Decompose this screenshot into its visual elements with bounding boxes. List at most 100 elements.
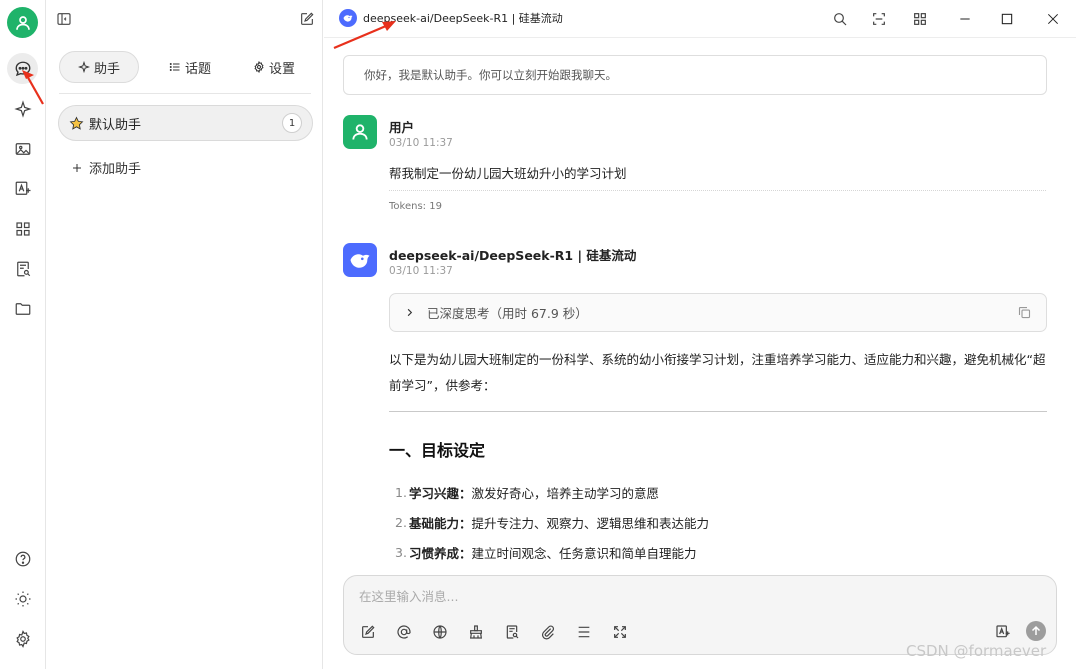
settings-button[interactable]: [7, 623, 38, 654]
list-number: 2.: [395, 514, 407, 530]
panel-tabs: 助手 话题 设置: [59, 50, 311, 84]
assistant-name: 默认助手: [89, 117, 142, 133]
user-icon: [352, 124, 368, 140]
help-button[interactable]: [7, 543, 38, 574]
chat-area: 你好，我是默认助手。你可以立刻开始跟我聊天。 用户 03/10 11:37 帮我…: [324, 39, 1076, 669]
minimize-button[interactable]: [955, 9, 975, 29]
help-icon: [15, 551, 30, 566]
web-search-button[interactable]: [431, 623, 449, 641]
grid-icon: [15, 221, 30, 236]
new-chat-button[interactable]: [297, 9, 317, 29]
list-item-title: 习惯养成：: [409, 545, 472, 561]
list-item-text: 提升专注力、观察力、逻辑思维和表达能力: [471, 515, 710, 531]
image-nav-button[interactable]: [7, 133, 38, 164]
collapse-sidebar-button[interactable]: [54, 9, 74, 29]
star-icon: [69, 116, 84, 130]
files-nav-button[interactable]: [7, 293, 38, 324]
apps-button[interactable]: [910, 9, 930, 29]
new-topic-button[interactable]: [359, 623, 377, 641]
edit-icon: [362, 625, 375, 638]
list-item-text: 建立时间观念、任务意识和简单自理能力: [471, 545, 697, 561]
globe-icon: [433, 625, 447, 639]
context-divider-button[interactable]: [575, 623, 593, 641]
deepseek-avatar: [343, 243, 377, 277]
send-button[interactable]: [1026, 621, 1046, 641]
paperclip-icon: [541, 625, 555, 640]
answer-intro: 以下是为幼儿园大班制定的一份科学、系统的幼小衔接学习计划，注重培养学习能力、适应…: [389, 352, 1046, 393]
plus-icon: [73, 163, 81, 172]
sun-icon: [15, 591, 30, 606]
maximize-button[interactable]: [997, 9, 1017, 29]
split-lines-icon: [578, 626, 590, 638]
document-search-icon: [16, 261, 30, 276]
user-avatar[interactable]: [7, 7, 38, 38]
mention-model-button[interactable]: [395, 623, 413, 641]
list-item-text: 激发好奇心，培养主动学习的意愿: [471, 485, 660, 501]
search-button[interactable]: [830, 9, 850, 29]
assistant-name: deepseek-ai/DeepSeek-R1 | 硅基流动: [389, 248, 637, 263]
at-sign-icon: [397, 625, 411, 639]
app-window: 助手 话题 设置 默认助手 1 添加助手 deepseek-ai/DeepSee…: [0, 0, 1076, 669]
thinking-label: 已深度思考（用时 67.9 秒）: [427, 306, 588, 321]
translate-input-button[interactable]: [994, 623, 1012, 641]
user-message-text: 帮我制定一份幼儿园大班幼升小的学习计划: [389, 166, 627, 181]
assistant-panel: 助手 话题 设置 默认助手 1 添加助手: [47, 0, 323, 669]
user-name: 用户: [389, 120, 415, 135]
list-number: 3.: [395, 544, 407, 560]
list-item-title: 基础能力：: [409, 515, 472, 531]
image-icon: [15, 142, 30, 155]
copy-icon[interactable]: [1017, 305, 1032, 320]
list-icon: [169, 63, 180, 71]
sparkle-icon: [77, 61, 90, 73]
list-item: 2. 基础能力： 提升专注力、观察力、逻辑思维和表达能力: [395, 507, 709, 537]
user-icon: [15, 15, 30, 30]
broom-icon: [469, 625, 483, 639]
welcome-message: 你好，我是默认助手。你可以立刻开始跟我聊天。: [343, 55, 1047, 95]
scan-icon: [873, 13, 885, 25]
apps-nav-button[interactable]: [7, 213, 38, 244]
list-item-title: 学习兴趣：: [409, 485, 472, 501]
list-item: 3. 习惯养成： 建立时间观念、任务意识和简单自理能力: [395, 537, 709, 567]
assistant-message: deepseek-ai/DeepSeek-R1 | 硅基流动 03/10 11:…: [343, 243, 1053, 563]
gear-icon: [15, 629, 30, 648]
theme-toggle-button[interactable]: [7, 583, 38, 614]
expand-icon: [614, 626, 626, 638]
knowledge-base-button[interactable]: [503, 623, 521, 641]
folder-icon: [15, 302, 30, 315]
thinking-collapse[interactable]: 已深度思考（用时 67.9 秒）: [389, 293, 1047, 332]
maximize-icon: [1001, 13, 1013, 25]
edit-icon: [301, 12, 314, 25]
assistant-message-time: 03/10 11:37: [389, 265, 453, 277]
sidebar-collapse-icon: [57, 13, 71, 25]
tab-topics[interactable]: 话题: [145, 51, 235, 83]
chat-header: deepseek-ai/DeepSeek-R1 | 硅基流动: [324, 0, 1076, 38]
grid-icon: [914, 13, 926, 25]
assistant-item-default[interactable]: 默认助手 1: [58, 105, 313, 141]
goal-list: 1. 学习兴趣： 激发好奇心，培养主动学习的意愿 2. 基础能力： 提升专注力、…: [395, 477, 709, 567]
deepseek-whale-icon: [350, 254, 370, 268]
list-item: 1. 学习兴趣： 激发好奇心，培养主动学习的意愿: [395, 477, 709, 507]
translate-nav-button[interactable]: [7, 173, 38, 204]
attach-file-button[interactable]: [539, 623, 557, 641]
add-assistant-button[interactable]: 添加助手: [71, 158, 141, 177]
annotation-arrow-title: [333, 21, 396, 50]
add-assistant-label: 添加助手: [89, 162, 142, 177]
tab-assistants-label: 助手: [93, 61, 120, 77]
tab-settings[interactable]: 设置: [239, 51, 309, 83]
expand-input-button[interactable]: [611, 623, 629, 641]
watermark: CSDN @formaever: [906, 642, 1047, 660]
translate-icon: [996, 625, 1010, 638]
message-input[interactable]: [359, 586, 959, 606]
clear-context-button[interactable]: [467, 623, 485, 641]
tab-assistants[interactable]: 助手: [59, 51, 139, 83]
search-icon: [834, 13, 847, 26]
gear-icon: [254, 61, 264, 73]
close-icon: [1047, 13, 1059, 25]
section-heading: 一、目标设定: [389, 441, 486, 460]
topic-count-badge: 1: [282, 113, 302, 133]
close-button[interactable]: [1043, 9, 1063, 29]
topic-layout-button[interactable]: [869, 9, 889, 29]
knowledge-nav-button[interactable]: [7, 253, 38, 284]
token-count: Tokens: 19: [389, 201, 442, 212]
annotation-arrow-rail: [22, 70, 44, 105]
